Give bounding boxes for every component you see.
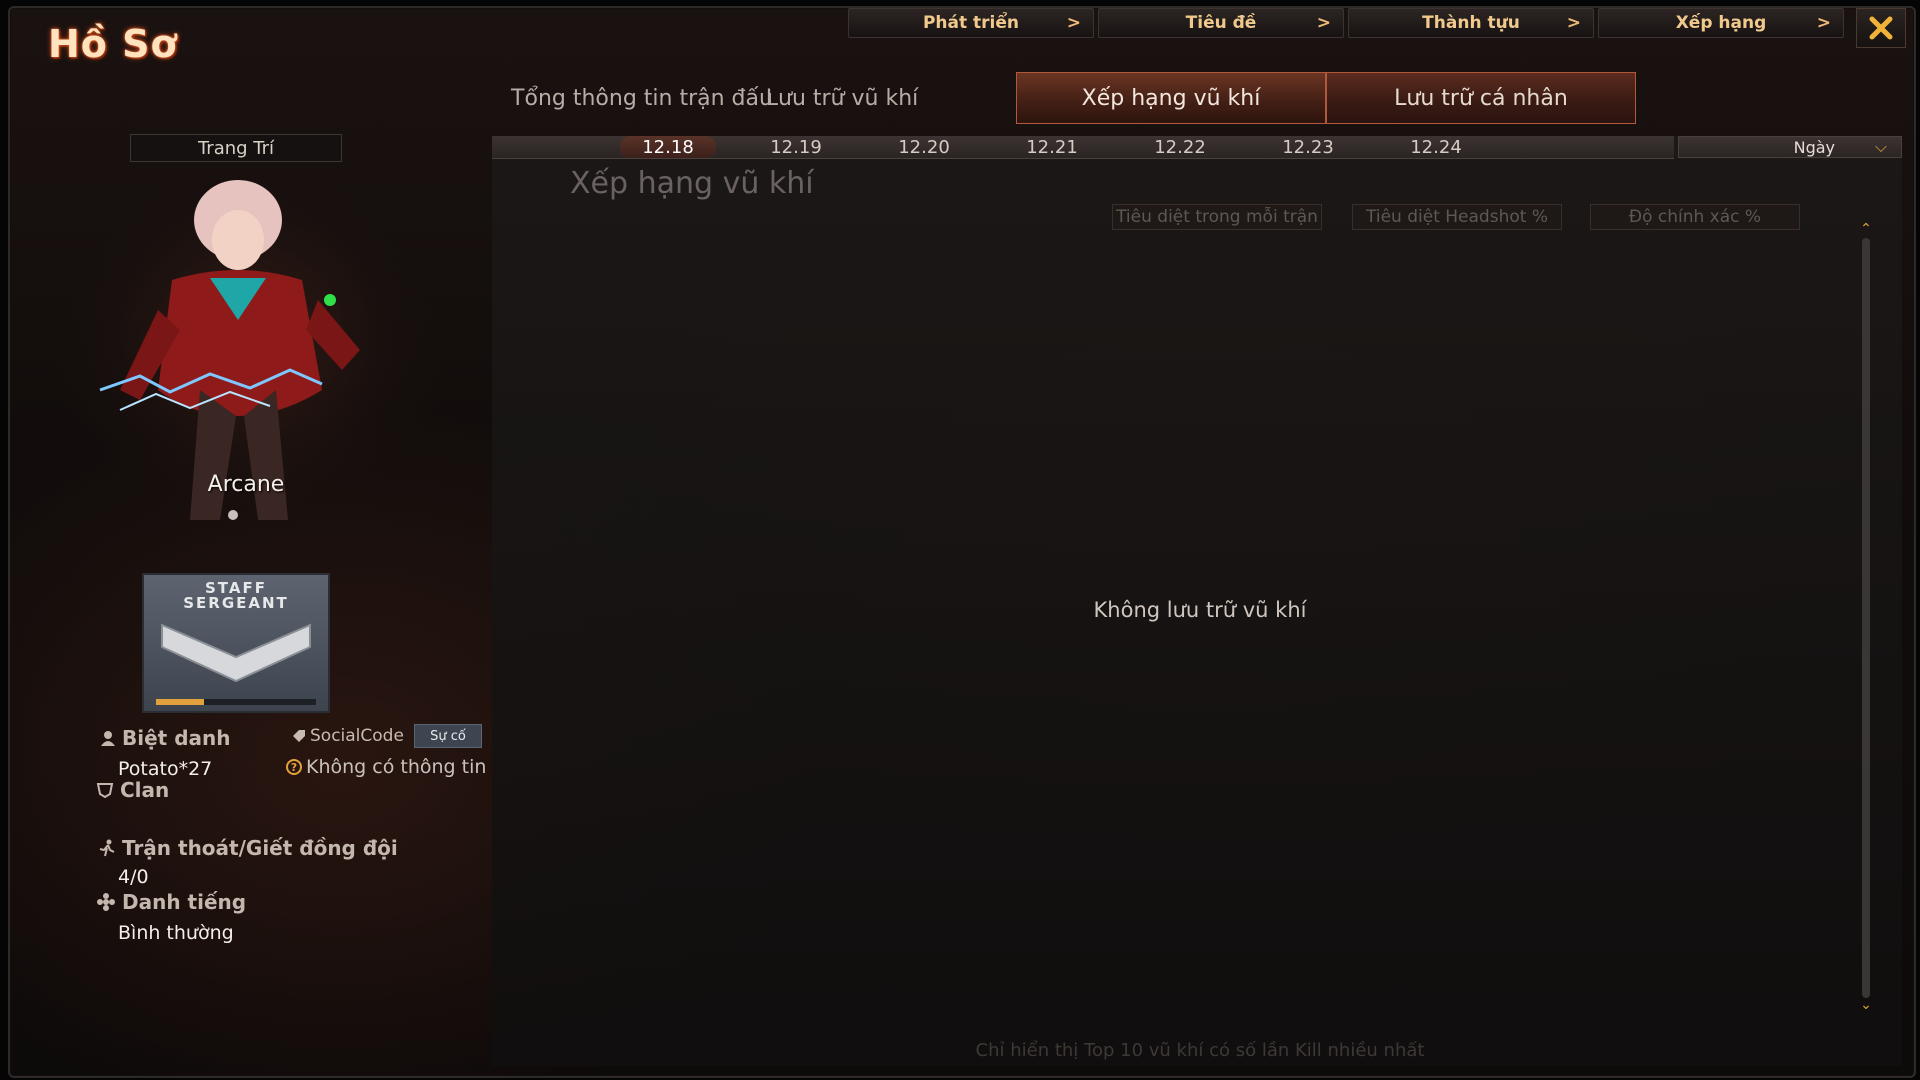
period-value: Ngày (1793, 138, 1835, 157)
nav-achievements-button[interactable]: Thành tựu > (1348, 8, 1594, 38)
chevron-down-icon: ⌵ (1874, 137, 1887, 156)
sort-accuracy-button[interactable]: Độ chính xác % (1590, 204, 1800, 230)
date-bar: 12.18 12.19 12.20 12.21 12.22 12.23 12.2… (492, 136, 1674, 159)
clan-label: Clan (120, 778, 170, 802)
date-tab[interactable]: 12.18 (620, 136, 716, 158)
escape-label: Trận thoát/Giết đồng đội (122, 836, 398, 860)
runner-icon (99, 839, 115, 857)
date-tab[interactable]: 12.23 (1260, 136, 1356, 158)
escape-value: 4/0 (118, 866, 149, 888)
report-button[interactable]: Sự cố (414, 724, 482, 748)
question-icon[interactable]: ? (286, 759, 302, 775)
clan-label-group: Clan (96, 778, 169, 802)
chevron-right-icon: > (1066, 13, 1081, 33)
scroll-down-icon[interactable]: ⌄ (1858, 998, 1874, 1012)
social-label-group: SocialCode (292, 726, 404, 746)
date-tab[interactable]: 12.19 (748, 136, 844, 158)
nav-development-button[interactable]: Phát triển > (848, 8, 1094, 38)
tab-weapon-ranking[interactable]: Xếp hạng vũ khí (1016, 72, 1326, 124)
scrollbar[interactable]: ⌃ ⌄ (1858, 222, 1874, 1012)
tag-icon (293, 730, 305, 742)
footer-note: Chỉ hiển thị Top 10 vũ khí có số lần Kil… (975, 1040, 1425, 1061)
tab-label: Xếp hạng vũ khí (1081, 85, 1261, 111)
reputation-label-group: Danh tiếng (96, 890, 246, 914)
character-name: Arcane (207, 472, 285, 497)
period-dropdown[interactable]: Ngày ⌵ (1678, 136, 1902, 158)
rank-badge: STAFF SERGEANT (142, 573, 330, 713)
top-nav: Phát triển > Tiêu đề > Thành tựu > Xếp h… (848, 8, 1844, 38)
nav-label: Thành tựu (1422, 13, 1520, 33)
sort-headshot-button[interactable]: Tiêu diệt Headshot % (1352, 204, 1562, 230)
date-tab[interactable]: 12.22 (1132, 136, 1228, 158)
tab-weapon-archive[interactable]: Lưu trữ vũ khí (764, 72, 920, 124)
nav-label: Tiêu đề (1185, 13, 1257, 33)
nav-ranking-button[interactable]: Xếp hạng > (1598, 8, 1844, 38)
main-tabs: Tổng thông tin trận đấu Lưu trữ vũ khí X… (480, 72, 1636, 124)
chevron-right-icon: > (1566, 13, 1581, 33)
tab-match-summary[interactable]: Tổng thông tin trận đấu (480, 72, 804, 124)
tab-label: Lưu trữ cá nhân (1394, 85, 1568, 111)
flower-icon (97, 893, 115, 911)
empty-state-message: Không lưu trữ vũ khí (1093, 598, 1307, 622)
social-value-group: ? Không có thông tin (286, 756, 496, 778)
nav-label: Phát triển (922, 13, 1020, 33)
nickname-label-group: Biệt danh (100, 726, 230, 750)
decor-button[interactable]: Trang Trí (130, 134, 342, 162)
scroll-up-icon[interactable]: ⌃ (1858, 222, 1874, 236)
clan-icon (96, 783, 114, 798)
rank-chevron-icon (161, 623, 311, 683)
nickname-label: Biệt danh (122, 726, 231, 750)
social-code-value: Không có thông tin (306, 756, 487, 778)
person-icon (101, 731, 115, 746)
tab-label: Tổng thông tin trận đấu (511, 85, 773, 111)
rank-progress-bar (156, 699, 316, 705)
tab-personal-archive[interactable]: Lưu trữ cá nhân (1326, 72, 1636, 124)
nickname-value: Potato*27 (118, 758, 213, 780)
reputation-label: Danh tiếng (122, 890, 247, 914)
nav-label: Xếp hạng (1675, 13, 1767, 33)
rank-line-2: SERGEANT (183, 594, 289, 612)
rank-title: STAFF SERGEANT (144, 581, 328, 611)
chevron-right-icon: > (1816, 13, 1831, 33)
reputation-value: Bình thường (118, 922, 234, 944)
sort-kills-per-match-button[interactable]: Tiêu diệt trong mỗi trận (1112, 204, 1322, 230)
social-code-label: SocialCode (310, 726, 404, 746)
date-tab[interactable]: 12.24 (1388, 136, 1484, 158)
date-tab[interactable]: 12.21 (1004, 136, 1100, 158)
scroll-track[interactable] (1862, 238, 1870, 998)
window-title: Hồ Sơ (48, 22, 178, 66)
close-button[interactable] (1856, 8, 1906, 48)
section-title: Xếp hạng vũ khí (570, 166, 814, 201)
date-tab[interactable]: 12.20 (876, 136, 972, 158)
rank-progress-fill (156, 699, 204, 705)
carousel-indicator[interactable] (228, 510, 238, 520)
nav-titles-button[interactable]: Tiêu đề > (1098, 8, 1344, 38)
chevron-right-icon: > (1316, 13, 1331, 33)
escape-label-group: Trận thoát/Giết đồng đội (98, 836, 398, 860)
close-icon (1869, 16, 1893, 40)
tab-label: Lưu trữ vũ khí (765, 85, 919, 111)
